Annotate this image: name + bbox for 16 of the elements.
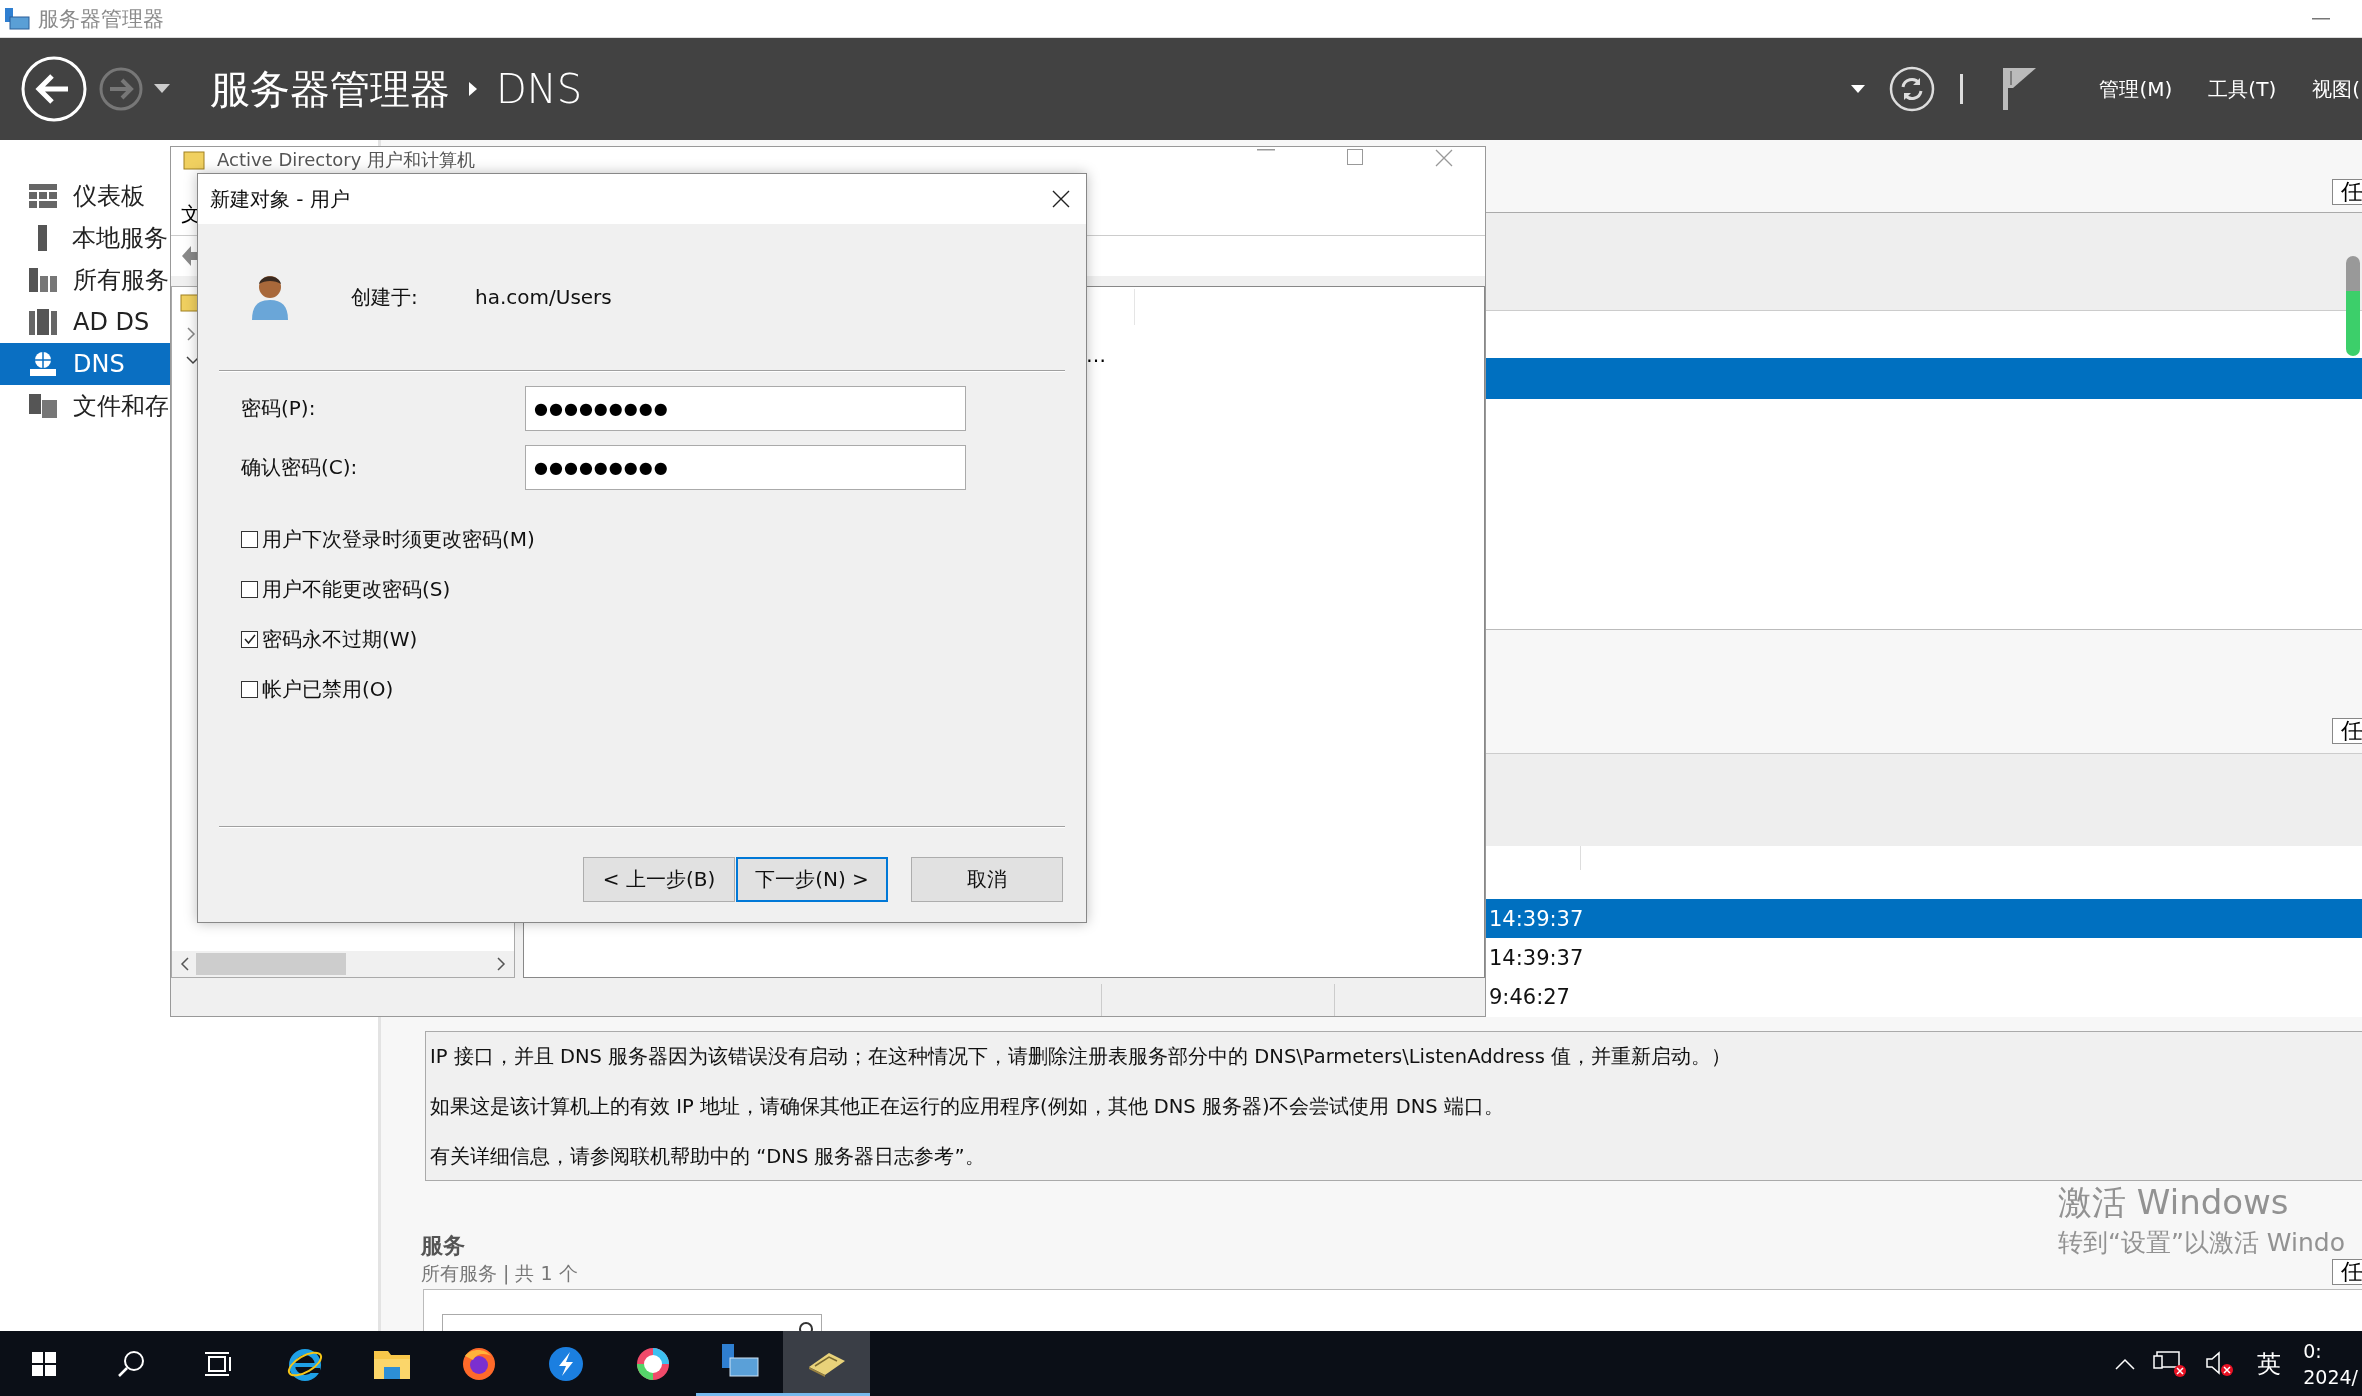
list-text: … [1086, 343, 1106, 367]
field-label: 密码(P): [241, 395, 317, 422]
details-text: 如果这是该计算机上的有效 IP 地址，请确保其他正在运行的应用程序(例如，其他 DNS 服务器)不会尝试使用 DNS 端口。 [429, 1094, 1505, 1120]
dialog-title: 新建对象 - 用户 [210, 185, 350, 213]
breadcrumb-page: DNS [496, 66, 583, 112]
section-title: 服务 [421, 1232, 466, 1260]
window-title: Active Directory 用户和计算机 [217, 149, 476, 171]
details-text: IP 接口，并且 DNS 服务器因为该错误没有启动；在这种情况下，请删除注册表服务部分中的 DNS\Parmeters\ListenAddress 值，并重新启动。） [429, 1044, 1733, 1070]
activation-title: 激活 Windows [2058, 1181, 2290, 1224]
section-subtitle: 所有服务 | 共 1 个 [421, 1261, 578, 1287]
details-text: 有关详细信息，请参阅联机帮助中的 “DNS 服务器日志参考”。 [429, 1144, 986, 1170]
window-title: 服务器管理器 [38, 5, 164, 33]
activation-hint: 转到“设置”以激活 Windo [2058, 1227, 2345, 1259]
field-label: 确认密码(C): [241, 454, 359, 481]
field-value: ha.com/Users [475, 285, 612, 309]
field-label: 创建于: [351, 283, 419, 311]
